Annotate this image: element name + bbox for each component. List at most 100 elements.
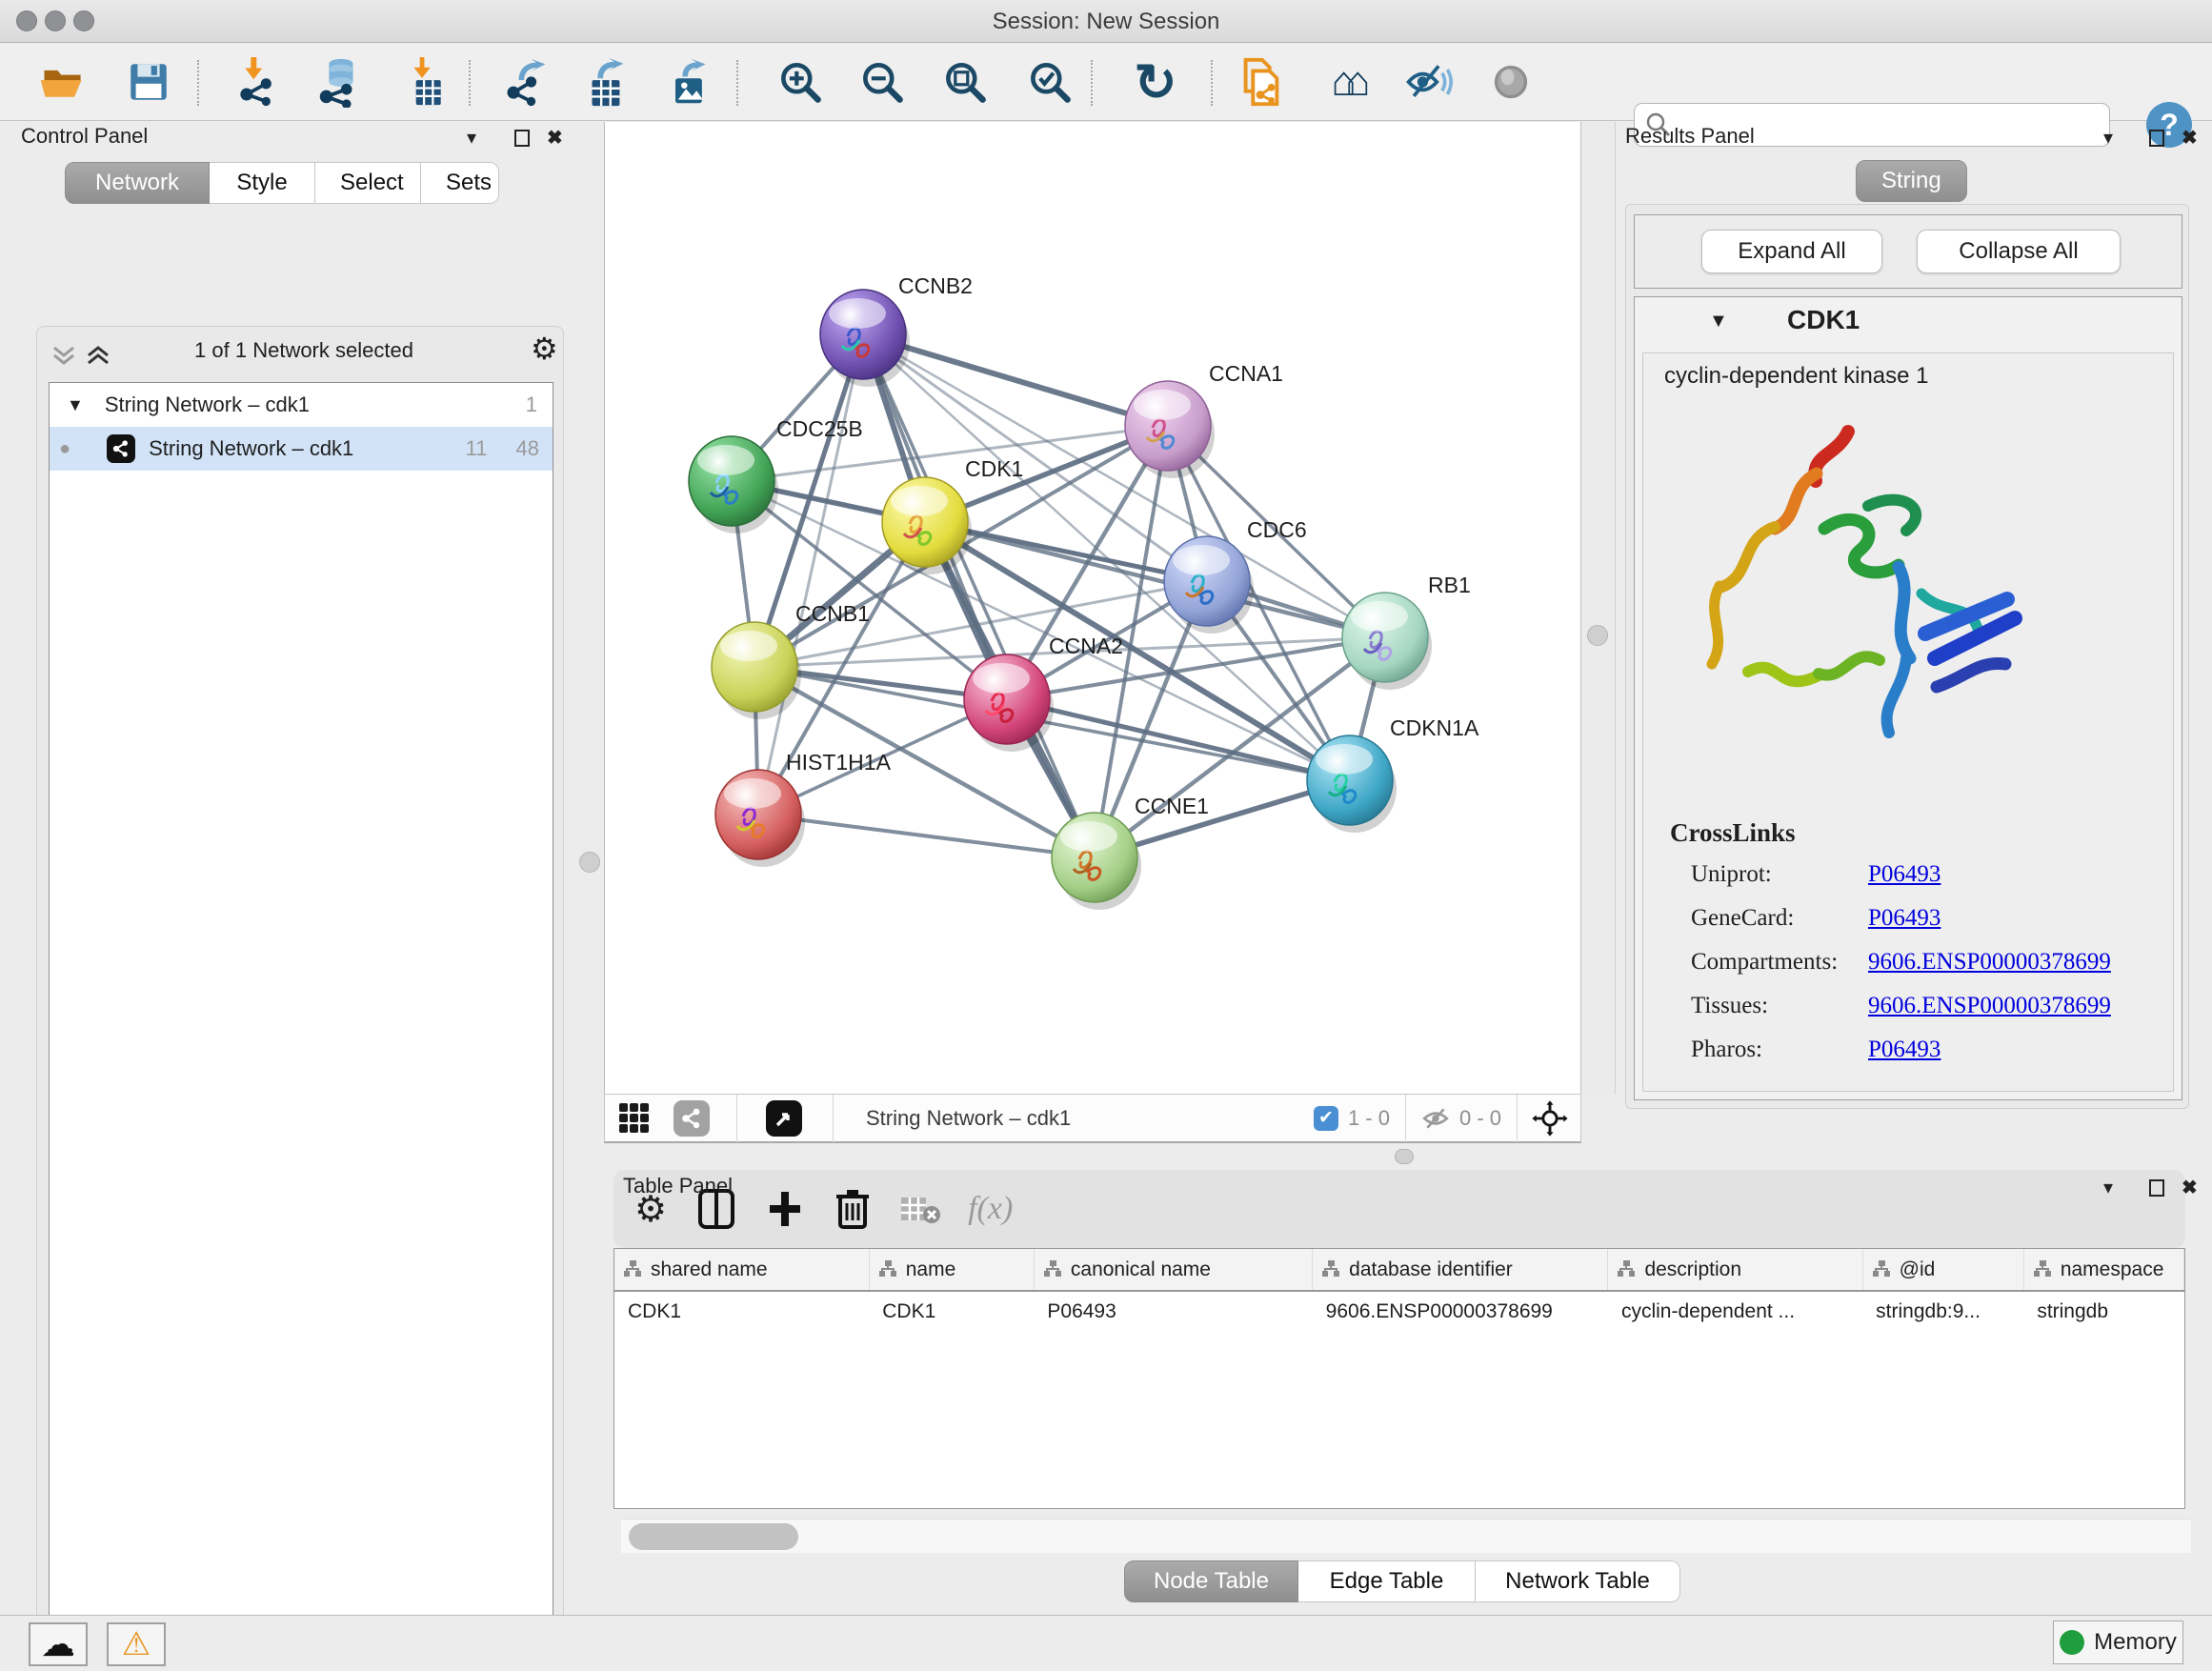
tab-style[interactable]: Style — [210, 162, 315, 204]
protein-result-card: ▼ CDK1 cyclin-dependent kinase 1 — [1634, 296, 2182, 1100]
network-collection-row[interactable]: ▼ String Network – cdk1 1 — [50, 383, 553, 427]
clone-network-button[interactable] — [1234, 55, 1287, 109]
warnings-button[interactable]: ⚠ — [107, 1622, 166, 1666]
close-panel-icon[interactable]: ✖ — [547, 126, 563, 150]
float-panel-icon[interactable] — [2149, 130, 2164, 147]
delete-table-icon[interactable] — [899, 1192, 941, 1226]
import-table-button[interactable] — [398, 55, 452, 109]
zoom-out-button[interactable] — [855, 55, 909, 109]
table-cell[interactable]: P06493 — [1034, 1291, 1312, 1331]
tab-string[interactable]: String — [1856, 160, 1967, 202]
panel-menu-icon[interactable]: ▾ — [2103, 1176, 2113, 1199]
network-canvas[interactable]: CCNB2CCNA1CDC25BCDK1CDC6RB1CCNB1CCNA2CDK… — [604, 122, 1581, 1094]
table-cell[interactable]: stringdb:9... — [1862, 1291, 2023, 1331]
node-CCNB2[interactable]: CCNB2 — [820, 273, 973, 387]
export-image-icon — [663, 57, 713, 107]
open-session-button[interactable] — [36, 55, 90, 109]
column-header-canonical-name[interactable]: canonical name — [1034, 1249, 1312, 1291]
network-graph[interactable]: CCNB2CCNA1CDC25BCDK1CDC6RB1CCNB1CCNA2CDK… — [605, 122, 1580, 1092]
hidden-eye-icon[interactable] — [1421, 1104, 1450, 1133]
panel-menu-icon[interactable]: ▾ — [2103, 126, 2113, 150]
float-panel-icon[interactable] — [2149, 1179, 2164, 1197]
crosslink-link[interactable]: P06493 — [1868, 861, 1941, 888]
left-splitter-handle[interactable] — [579, 852, 600, 873]
table-cell[interactable]: 9606.ENSP00000378699 — [1313, 1291, 1608, 1331]
horizontal-splitter-handle[interactable] — [1395, 1149, 1414, 1164]
close-panel-icon[interactable]: ✖ — [2182, 126, 2198, 150]
add-column-icon[interactable] — [766, 1188, 804, 1230]
expand-all-button[interactable]: Expand All — [1701, 230, 1882, 273]
selected-nodes-checkbox-icon[interactable]: ✔ — [1314, 1106, 1338, 1131]
delete-column-icon[interactable] — [835, 1187, 871, 1231]
scrollbar-thumb[interactable] — [629, 1523, 798, 1550]
crosslink-link[interactable]: P06493 — [1868, 1037, 1941, 1063]
collection-label: String Network – cdk1 — [105, 393, 310, 417]
node-CDKN1A[interactable]: CDKN1A — [1307, 715, 1479, 833]
export-network-button[interactable] — [499, 55, 553, 109]
expand-triangle-icon[interactable]: ▼ — [67, 395, 84, 415]
column-header-database-identifier[interactable]: database identifier — [1313, 1249, 1608, 1291]
node-RB1[interactable]: RB1 — [1342, 573, 1471, 690]
tab-network[interactable]: Network — [65, 162, 210, 204]
zoom-in-button[interactable] — [774, 55, 827, 109]
tab-select[interactable]: Select — [315, 162, 421, 204]
network-selection-status: 1 of 1 Network selected — [161, 338, 447, 363]
close-panel-icon[interactable]: ✖ — [2182, 1176, 2198, 1199]
grid-view-icon[interactable] — [618, 1102, 651, 1135]
table-cell[interactable]: cyclin-dependent ... — [1608, 1291, 1862, 1331]
import-network-database-button[interactable] — [312, 55, 366, 109]
table-cell[interactable]: CDK1 — [869, 1291, 1034, 1331]
crosslink-link[interactable]: P06493 — [1868, 905, 1941, 932]
column-header-namespace[interactable]: namespace — [2023, 1249, 2183, 1291]
node-CDK1[interactable]: CDK1 — [882, 456, 1023, 574]
column-header--id[interactable]: @id — [1862, 1249, 2023, 1291]
edge-HIST1H1A-CCNE1[interactable] — [758, 815, 1095, 857]
collapse-triangle-icon[interactable]: ▼ — [1709, 311, 1728, 332]
node-CCNA1[interactable]: CCNA1 — [1125, 361, 1283, 478]
protein-description: cyclin-dependent kinase 1 — [1664, 363, 1929, 390]
string-style-icon[interactable] — [674, 1100, 710, 1137]
export-table-button[interactable] — [578, 55, 632, 109]
column-header-shared-name[interactable]: shared name — [614, 1249, 869, 1291]
collapse-all-icon[interactable] — [50, 344, 117, 369]
network-row-selected[interactable]: ● String Network – cdk1 11 48 — [50, 427, 553, 471]
gear-icon[interactable]: ⚙ — [531, 331, 558, 367]
apply-layout-button[interactable]: ↻ — [1129, 55, 1182, 109]
collapse-all-button[interactable]: Collapse All — [1917, 230, 2121, 273]
memory-status-icon — [2060, 1630, 2084, 1655]
hide-graphics-details-button[interactable] — [1401, 55, 1455, 109]
table-cell[interactable]: stringdb — [2023, 1291, 2183, 1331]
open-folder-icon — [38, 57, 88, 107]
node-CDC6[interactable]: CDC6 — [1164, 517, 1307, 634]
cloud-status-button[interactable]: ☁ — [29, 1622, 88, 1666]
fit-selected-crosshair-icon[interactable] — [1531, 1099, 1569, 1137]
zoom-selected-button[interactable] — [1023, 55, 1076, 109]
network-edges — [732, 334, 1385, 857]
table-row[interactable]: CDK1CDK1P064939606.ENSP00000378699cyclin… — [614, 1291, 2184, 1331]
birdseye-view-button[interactable] — [1484, 55, 1538, 109]
export-image-button[interactable] — [661, 55, 714, 109]
crosslink-link[interactable]: 9606.ENSP00000378699 — [1868, 993, 2111, 1019]
string-home-button[interactable]: ⌂⌂ — [1318, 55, 1372, 109]
import-network-file-button[interactable] — [231, 55, 284, 109]
zoom-fit-icon — [940, 57, 990, 107]
tab-edge-table[interactable]: Edge Table — [1298, 1560, 1476, 1602]
tab-node-table[interactable]: Node Table — [1124, 1560, 1298, 1602]
memory-button[interactable]: Memory — [2053, 1621, 2183, 1664]
tab-sets[interactable]: Sets — [421, 162, 499, 204]
panel-menu-icon[interactable]: ▾ — [467, 126, 476, 150]
crosslink-link[interactable]: 9606.ENSP00000378699 — [1868, 949, 2111, 976]
tab-network-table[interactable]: Network Table — [1476, 1560, 1680, 1602]
edge-CCNB2-CCNE1[interactable] — [863, 334, 1095, 857]
float-panel-icon[interactable] — [514, 130, 530, 147]
function-builder-button[interactable]: f(x) — [968, 1191, 1013, 1227]
crosslink-row: Compartments:9606.ENSP00000378699 — [1670, 949, 2165, 993]
column-header-description[interactable]: description — [1608, 1249, 1862, 1291]
save-session-button[interactable] — [122, 55, 175, 109]
column-header-name[interactable]: name — [869, 1249, 1034, 1291]
zoom-fit-button[interactable] — [938, 55, 992, 109]
table-cell[interactable]: CDK1 — [614, 1291, 869, 1331]
node-HIST1H1A[interactable]: HIST1H1A — [715, 750, 892, 867]
open-in-window-icon[interactable] — [766, 1100, 802, 1137]
horizontal-scrollbar[interactable] — [621, 1519, 2191, 1553]
